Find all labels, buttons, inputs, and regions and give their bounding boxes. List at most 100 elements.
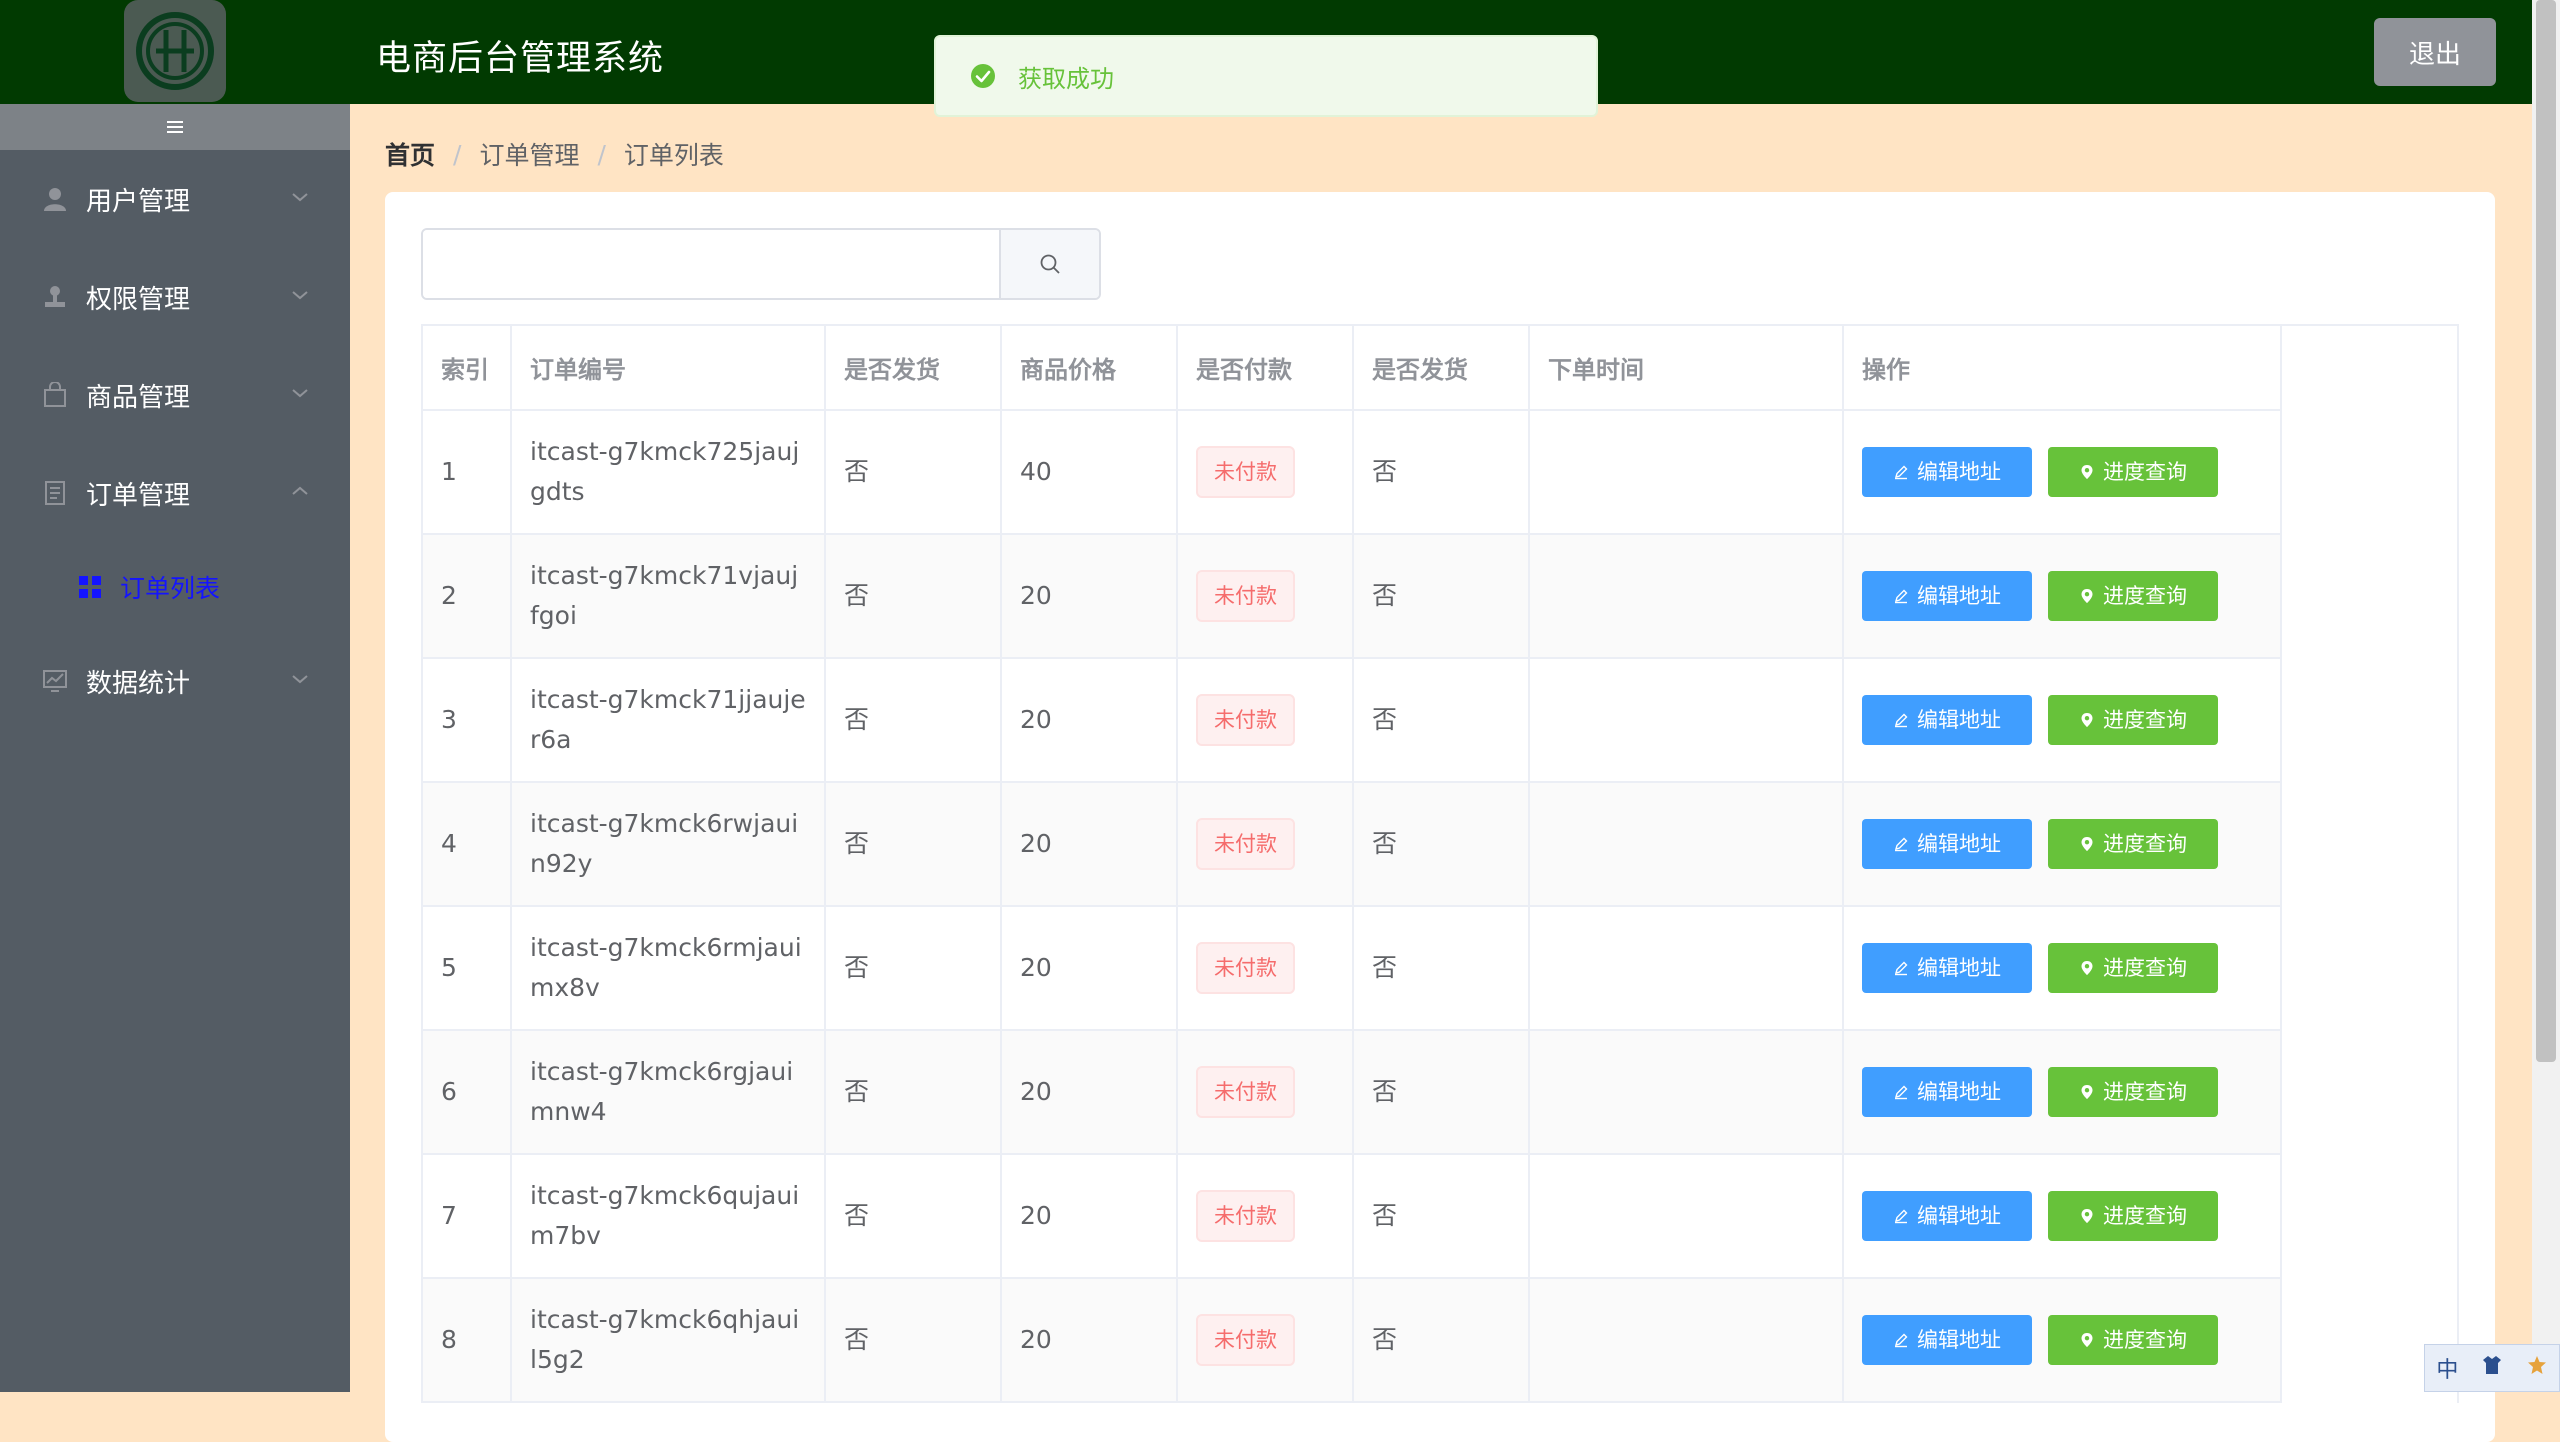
breadcrumb-level1: 订单管理	[479, 141, 580, 170]
edit-address-label: 编辑地址	[1917, 956, 2001, 980]
edit-address-button[interactable]: 编辑地址	[1862, 1191, 2032, 1241]
sidebar-item-statistics[interactable]: 数据统计	[0, 632, 350, 730]
table-row: 2 itcast-g7kmck71vjaujfgoi 否 20 未付款否编辑地址 进度查询	[423, 534, 2282, 659]
sidebar-item-label: 权限管理	[86, 284, 191, 315]
logout-button[interactable]: 退出	[2374, 18, 2496, 86]
progress-query-button[interactable]: 进度查询	[2048, 447, 2218, 497]
column-header: 操作	[1843, 326, 2282, 411]
cell-index: 3	[423, 658, 512, 783]
cell-order-time	[1529, 782, 1844, 907]
progress-query-label: 进度查询	[2103, 708, 2187, 732]
search-input[interactable]	[423, 230, 999, 298]
ime-skin-icon[interactable]	[2481, 1354, 2503, 1382]
column-header: 索引	[423, 326, 512, 411]
sidebar-subitem-label: 订单列表	[120, 574, 221, 603]
location-icon	[2081, 1209, 2093, 1223]
progress-query-label: 进度查询	[2103, 460, 2187, 484]
search-button[interactable]	[999, 230, 1099, 298]
cell-order-number: itcast-g7kmck725jaujgdts	[511, 410, 826, 535]
cell-actions: 编辑地址 进度查询	[1843, 534, 2282, 659]
scrollbar-thumb[interactable]	[2536, 0, 2556, 1062]
breadcrumb-home[interactable]: 首页	[385, 136, 435, 172]
cell-delivered: 否	[1353, 658, 1530, 783]
edit-address-label: 编辑地址	[1917, 460, 2001, 484]
cell-paid: 未付款	[1177, 410, 1354, 535]
cell-delivered: 否	[1353, 1030, 1530, 1155]
cell-delivered: 否	[1353, 410, 1530, 535]
sidebar-item-goods[interactable]: 商品管理	[0, 346, 350, 444]
edit-address-button[interactable]: 编辑地址	[1862, 1315, 2032, 1365]
progress-query-button[interactable]: 进度查询	[2048, 1067, 2218, 1117]
edit-address-button[interactable]: 编辑地址	[1862, 447, 2032, 497]
cell-order-number: itcast-g7kmck6rwjauin92y	[511, 782, 826, 907]
cell-order-number: itcast-g7kmck71vjaujfgoi	[511, 534, 826, 659]
cell-price: 20	[1001, 1154, 1178, 1279]
page-scrollbar[interactable]	[2532, 0, 2560, 1392]
order-table: 索引 订单编号 是否发货 商品价格 是否付款 是否发货 下单时间 操作 1 itc…	[423, 326, 2282, 1403]
cell-price: 20	[1001, 534, 1178, 659]
edit-icon	[1894, 465, 1908, 480]
cell-paid: 未付款	[1177, 1278, 1354, 1403]
breadcrumb: 首页 / 订单管理 / 订单列表	[385, 136, 724, 172]
cell-actions: 编辑地址 进度查询	[1843, 410, 2282, 535]
edit-address-button[interactable]: 编辑地址	[1862, 943, 2032, 993]
unpaid-tag: 未付款	[1196, 942, 1295, 994]
cell-actions: 编辑地址 进度查询	[1843, 782, 2282, 907]
progress-query-button[interactable]: 进度查询	[2048, 819, 2218, 869]
cell-order-number: itcast-g7kmck6qhjauil5g2	[511, 1278, 826, 1403]
cell-index: 2	[423, 534, 512, 659]
progress-query-label: 进度查询	[2103, 1080, 2187, 1104]
cell-shipped: 否	[825, 410, 1002, 535]
ime-toolbar[interactable]: 中	[2424, 1344, 2560, 1392]
table-row: 5 itcast-g7kmck6rmjauimx8v 否 20 未付款否编辑地址 进度查询	[423, 906, 2282, 1031]
sidebar-item-permissions[interactable]: 权限管理	[0, 248, 350, 346]
edit-address-button[interactable]: 编辑地址	[1862, 571, 2032, 621]
location-icon	[2081, 589, 2093, 603]
cell-price: 20	[1001, 1030, 1178, 1155]
unpaid-tag: 未付款	[1196, 1066, 1295, 1118]
cell-index: 8	[423, 1278, 512, 1403]
column-header: 是否发货	[825, 326, 1002, 411]
edit-address-button[interactable]: 编辑地址	[1862, 695, 2032, 745]
chevron-down-icon	[292, 291, 308, 300]
sidebar-item-users[interactable]: 用户管理	[0, 150, 350, 248]
sidebar-item-orders[interactable]: 订单管理	[0, 444, 350, 542]
edit-address-button[interactable]: 编辑地址	[1862, 819, 2032, 869]
cell-delivered: 否	[1353, 534, 1530, 659]
cell-price: 20	[1001, 782, 1178, 907]
cell-actions: 编辑地址 进度查询	[1843, 906, 2282, 1031]
cell-shipped: 否	[825, 906, 1002, 1031]
edit-icon	[1894, 837, 1908, 852]
column-header: 商品价格	[1001, 326, 1178, 411]
chevron-down-icon	[292, 193, 308, 202]
progress-query-button[interactable]: 进度查询	[2048, 943, 2218, 993]
sidebar-subitem-order-list[interactable]: 订单列表	[0, 542, 350, 632]
ime-mode-label[interactable]: 中	[2436, 1352, 2458, 1384]
cell-delivered: 否	[1353, 782, 1530, 907]
progress-query-button[interactable]: 进度查询	[2048, 1191, 2218, 1241]
cell-index: 6	[423, 1030, 512, 1155]
cell-price: 20	[1001, 658, 1178, 783]
progress-query-button[interactable]: 进度查询	[2048, 1315, 2218, 1365]
breadcrumb-separator: /	[597, 139, 606, 169]
progress-query-button[interactable]: 进度查询	[2048, 571, 2218, 621]
edit-address-button[interactable]: 编辑地址	[1862, 1067, 2032, 1117]
unpaid-tag: 未付款	[1196, 1190, 1295, 1242]
location-icon	[2081, 1085, 2093, 1099]
cell-paid: 未付款	[1177, 534, 1354, 659]
cell-order-time	[1529, 410, 1844, 535]
chevron-down-icon	[292, 675, 308, 684]
stamp-icon	[40, 282, 70, 312]
progress-query-button[interactable]: 进度查询	[2048, 695, 2218, 745]
table-row: 4 itcast-g7kmck6rwjauin92y 否 20 未付款否编辑地址 进度查询	[423, 782, 2282, 907]
cell-order-number: itcast-g7kmck71jjaujer6a	[511, 658, 826, 783]
cell-order-time	[1529, 1154, 1844, 1279]
unpaid-tag: 未付款	[1196, 446, 1295, 498]
cell-shipped: 否	[825, 534, 1002, 659]
sidebar-item-label: 用户管理	[86, 186, 191, 217]
search-icon	[1040, 254, 1060, 274]
sidebar-toggle-button[interactable]	[0, 104, 350, 150]
ime-settings-icon[interactable]	[2526, 1354, 2548, 1382]
breadcrumb-level2: 订单列表	[623, 141, 724, 170]
location-icon	[2081, 837, 2093, 851]
